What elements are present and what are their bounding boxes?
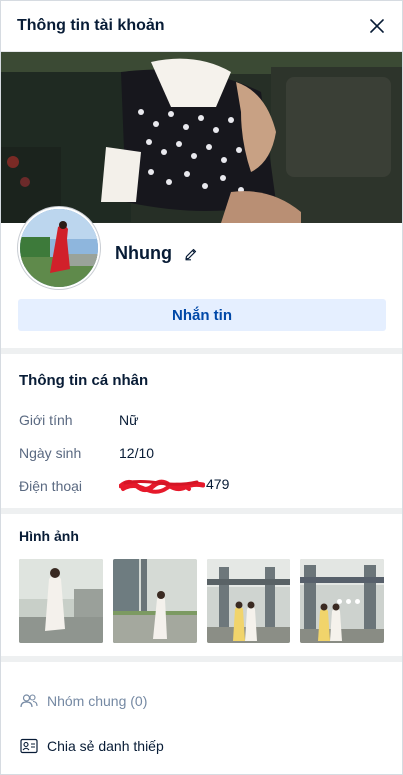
info-row-gender: Giới tính Nữ [19, 403, 384, 436]
info-row-phone: Điện thoại 479 [19, 469, 384, 502]
info-value: 12/10 [119, 444, 155, 461]
carousel-dots [337, 599, 360, 604]
cover-photo[interactable] [1, 52, 402, 223]
photo-thumbnail[interactable] [19, 559, 103, 643]
menu-item-common-groups[interactable]: Nhóm chung (0) [1, 678, 402, 723]
account-info-panel: Thông tin tài khoản Nhung Nhắn tin Thông… [0, 0, 403, 775]
avatar[interactable] [18, 207, 100, 289]
photo-grid [1, 544, 402, 643]
personal-info-title: Thông tin cá nhân [19, 372, 149, 389]
profile-row: Nhung [1, 207, 402, 299]
profile-name: Nhung [115, 243, 172, 263]
group-icon [19, 691, 39, 711]
contact-card-icon [19, 736, 39, 756]
photo-thumbnail[interactable] [300, 559, 384, 643]
info-label: Ngày sinh [19, 444, 82, 461]
photos-title: Hình ảnh [19, 528, 79, 544]
photo-thumbnail[interactable] [206, 559, 291, 643]
phone-value: 479 [118, 476, 230, 494]
info-label: Điện thoại [19, 477, 83, 494]
panel-header: Thông tin tài khoản [1, 1, 402, 52]
phone-visible-digits: 479 [206, 476, 230, 493]
close-icon [370, 19, 384, 33]
name-group: Nhung [115, 243, 200, 264]
info-row-birthday: Ngày sinh 12/10 [19, 436, 384, 469]
info-label: Giới tính [19, 411, 73, 428]
personal-info-list: Giới tính Nữ Ngày sinh 12/10 Điện thoại … [1, 389, 402, 508]
close-button[interactable] [366, 15, 388, 37]
message-button[interactable]: Nhắn tin [18, 299, 386, 331]
info-value: Nữ [119, 411, 139, 428]
pencil-icon [185, 248, 197, 260]
redaction-scribble [118, 479, 206, 494]
panel-title: Thông tin tài khoản [17, 17, 165, 34]
menu-item-label: Chia sẻ danh thiếp [47, 737, 164, 754]
menu-item-label: Nhóm chung (0) [47, 692, 148, 709]
photo-thumbnail[interactable] [112, 559, 197, 643]
edit-name-button[interactable] [184, 246, 200, 262]
menu-item-share-contact[interactable]: Chia sẻ danh thiếp [1, 723, 402, 768]
